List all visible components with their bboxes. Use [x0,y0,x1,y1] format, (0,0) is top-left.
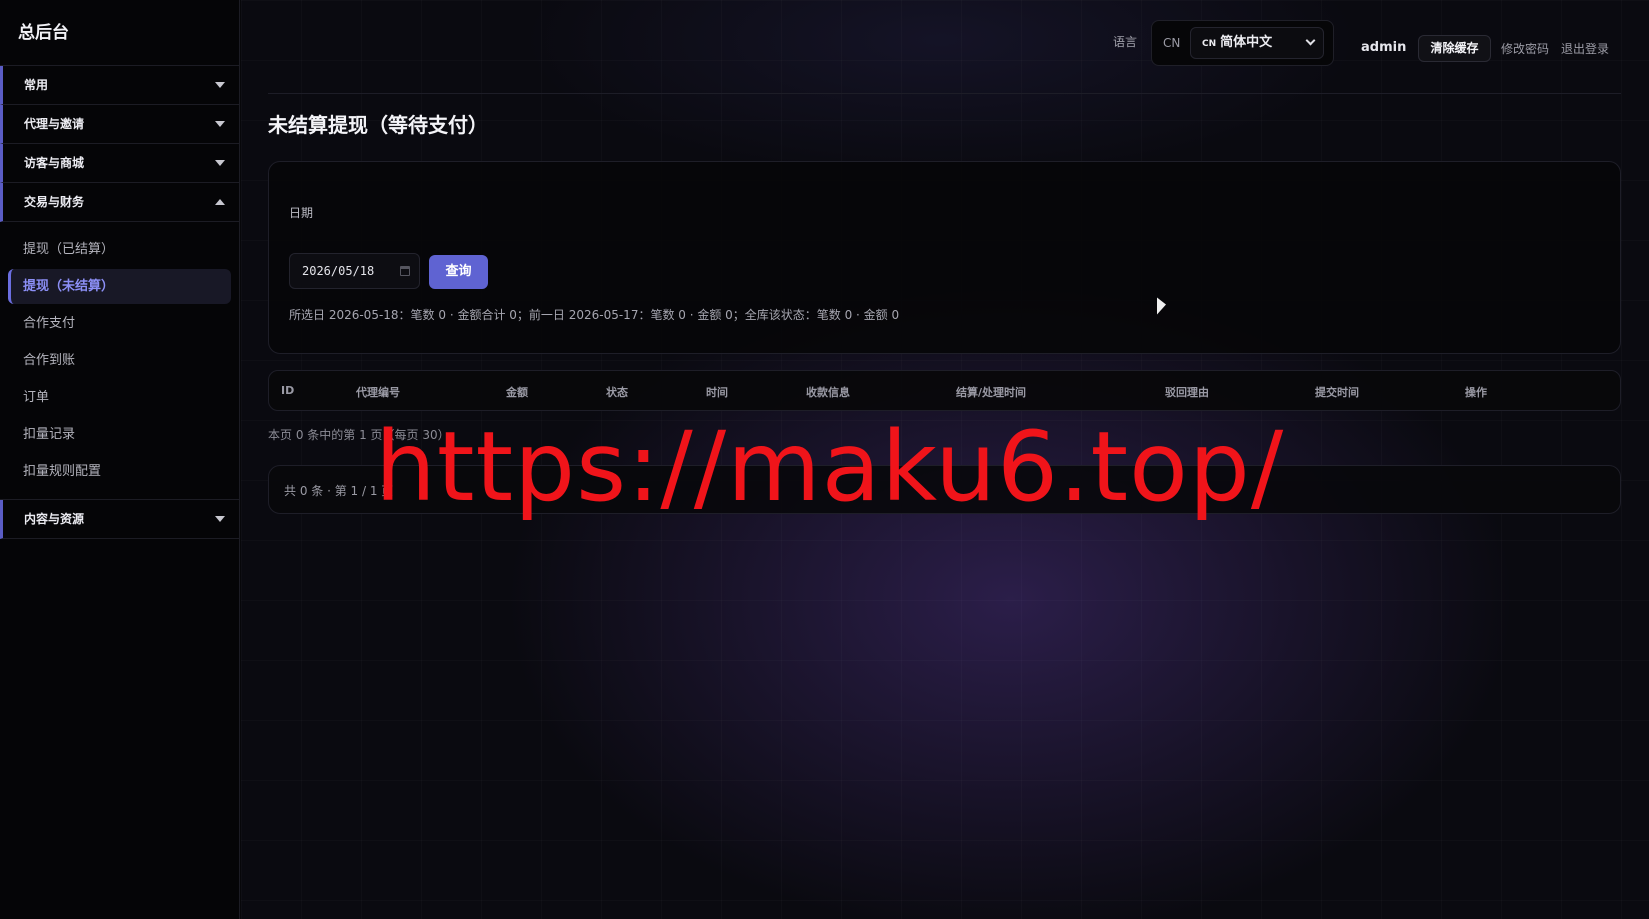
daily-summary: 所选日 2026-05-18：笔数 0 · 金额合计 0；前一日 2026-05… [289,308,900,322]
language-box: CN CN 简体中文 [1151,20,1334,66]
nav-group-label: 常用 [24,78,49,92]
nav-group-label: 代理与邀请 [24,117,85,131]
logout-link[interactable]: 退出登录 [1561,40,1609,57]
nav-group-agents[interactable]: 代理与邀请 [0,105,239,144]
date-value: 2026/05/18 [302,264,375,278]
column-header-amount[interactable]: 金额 [506,384,528,400]
query-button[interactable]: 查询 [429,255,488,289]
nav-group-label: 内容与资源 [24,512,85,526]
nav-group-label: 访客与商城 [24,156,85,170]
sidebar-item-deduction-rules[interactable]: 扣量规则配置 [8,454,231,489]
sidebar-item-withdraw-unsettled[interactable]: 提现（未结算） [8,269,231,304]
language-label: 语言 [1113,35,1138,49]
change-password-link[interactable]: 修改密码 [1501,40,1549,57]
chevron-up-icon [215,199,225,205]
nav-group-content[interactable]: 内容与资源 [0,500,239,539]
language-select-code: CN [1202,39,1217,49]
sidebar: 总后台 常用 代理与邀请 访客与商城 交易与财务 提现（已结算） 提现（未结算）… [0,0,240,919]
column-header-time[interactable]: 时间 [706,384,728,400]
chevron-down-icon [215,121,225,127]
column-header-actions[interactable]: 操作 [1465,384,1487,400]
brand-title: 总后台 [0,0,239,66]
table-header: ID 代理编号 金额 状态 时间 收款信息 结算/处理时间 驳回理由 提交时间 … [268,370,1621,411]
mouse-cursor-icon [1157,297,1166,318]
calendar-icon[interactable] [400,266,410,276]
date-label: 日期 [289,206,314,220]
language-select[interactable]: CN 简体中文 [1190,27,1324,59]
column-header-process-time[interactable]: 结算/处理时间 [956,384,1026,400]
sidebar-item-withdraw-settled[interactable]: 提现（已结算） [8,232,231,267]
topbar: 语言 CN CN 简体中文 admin 清除缓存 修改密码 退出登录 [268,0,1621,94]
nav-group-finance[interactable]: 交易与财务 [0,183,239,222]
column-header-agent-no[interactable]: 代理编号 [356,384,400,400]
finance-sub-list: 提现（已结算） 提现（未结算） 合作支付 合作到账 订单 扣量记录 扣量规则配置 [0,222,239,500]
watermark-url: https://maku6.top/ [375,411,1285,523]
main-content: 语言 CN CN 简体中文 admin 清除缓存 修改密码 退出登录 未结算提现（… [241,0,1649,919]
clear-cache-button[interactable]: 清除缓存 [1418,35,1491,62]
language-select-value: 简体中文 [1220,35,1273,50]
column-header-id[interactable]: ID [281,384,294,397]
language-code: CN [1163,36,1181,50]
column-header-submit-time[interactable]: 提交时间 [1315,384,1359,400]
column-header-payee-info[interactable]: 收款信息 [806,384,850,400]
page-title: 未结算提现（等待支付） [268,113,488,137]
chevron-down-icon [1305,35,1316,46]
filter-card: 日期 2026/05/18 查询 所选日 2026-05-18：笔数 0 · 金… [268,161,1621,354]
chevron-down-icon [215,516,225,522]
admin-app: 总后台 常用 代理与邀请 访客与商城 交易与财务 提现（已结算） 提现（未结算）… [0,0,1649,919]
nav-group-common[interactable]: 常用 [0,66,239,105]
sidebar-item-partner-received[interactable]: 合作到账 [8,343,231,378]
sidebar-item-orders[interactable]: 订单 [8,380,231,415]
chevron-down-icon [215,160,225,166]
column-header-reject-reason[interactable]: 驳回理由 [1165,384,1209,400]
sidebar-item-deduction-records[interactable]: 扣量记录 [8,417,231,452]
sidebar-item-partner-payment[interactable]: 合作支付 [8,306,231,341]
current-user: admin [1361,40,1407,55]
date-input[interactable]: 2026/05/18 [289,253,420,289]
chevron-down-icon [215,82,225,88]
nav-group-label: 交易与财务 [24,195,85,209]
nav-group-visitors[interactable]: 访客与商城 [0,144,239,183]
column-header-status[interactable]: 状态 [606,384,628,400]
